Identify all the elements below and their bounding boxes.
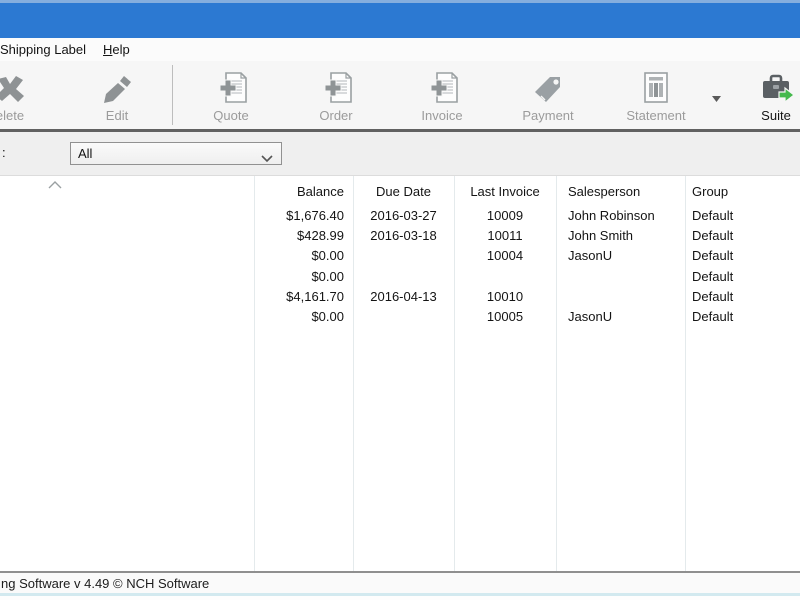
cell-group: Default [692,309,734,324]
table-row[interactable]: $0.00 10004 JasonU Default [0,248,800,268]
column-header-group[interactable]: Group [692,184,798,202]
statement-label: Statement [626,108,686,123]
statement-dropdown-button[interactable] [706,89,726,109]
statement-button[interactable]: Statement [608,67,704,127]
delete-x-icon [0,67,28,105]
customer-table: Balance Due Date Last Invoice Salesperso… [0,176,800,571]
invoice-label: Invoice [421,108,463,123]
cell-group: Default [692,248,734,263]
suite-button[interactable]: Suite [728,67,800,127]
document-plus-icon [212,67,250,105]
menu-item-help[interactable]: Help [103,42,130,57]
cell-group: Default [692,269,734,284]
cell-group: Default [692,289,734,304]
cell-balance: $4,161.70 [286,289,344,304]
cell-balance: $1,676.40 [286,208,344,223]
cell-last-invoice: 10011 [487,228,523,243]
quote-label: Quote [213,108,249,123]
cell-due-date: 2016-03-27 [370,208,437,223]
quote-button[interactable]: Quote [183,67,279,127]
app-window: Shipping Label Help elete Edit [0,0,800,600]
cell-balance: $0.00 [311,309,344,324]
filter-label: : [2,145,6,160]
cell-group: Default [692,228,734,243]
table-row[interactable]: $1,676.40 2016-03-27 10009 John Robinson… [0,208,800,228]
filter-combobox-value: All [78,146,93,161]
cell-due-date: 2016-03-18 [370,228,437,243]
cell-balance: $0.00 [311,248,344,263]
column-header-balance[interactable]: Balance [254,184,344,202]
cell-balance: $428.99 [297,228,344,243]
cell-salesperson: John Smith [568,228,634,243]
column-header-last-invoice[interactable]: Last Invoice [454,184,556,202]
cell-salesperson: JasonU [568,309,613,324]
cell-last-invoice: 10005 [486,309,524,324]
table-row[interactable]: $0.00 Default [0,269,800,289]
edit-label: Edit [105,108,129,123]
payment-label: Payment [522,108,574,123]
edit-button[interactable]: Edit [69,67,165,127]
menu-bar: Shipping Label Help [0,38,800,61]
cell-last-invoice: 10004 [486,248,524,263]
cell-last-invoice: 10010 [486,289,524,304]
order-button[interactable]: Order [288,67,384,127]
document-plus-icon [423,67,461,105]
window-bottom-edge [0,596,800,600]
cell-group: Default [692,208,734,223]
payment-button[interactable]: Payment [500,67,596,127]
filter-bar: : All [0,132,800,175]
cell-salesperson: JasonU [568,248,613,263]
delete-label: elete [0,108,25,123]
sort-ascending-icon [48,176,62,194]
chevron-down-icon [711,96,721,102]
filter-combobox[interactable]: All [70,142,282,165]
order-label: Order [319,108,353,123]
table-row[interactable]: $428.99 2016-03-18 10011 John Smith Defa… [0,228,800,248]
table-row[interactable]: $0.00 10005 JasonU Default [0,309,800,329]
cell-salesperson: John Robinson [568,208,655,223]
title-bar-highlight [0,0,800,3]
status-bar: ng Software v 4.49 © NCH Software [0,573,800,593]
cell-balance: $0.00 [311,269,344,284]
invoice-button[interactable]: Invoice [394,67,490,127]
column-header-due-date[interactable]: Due Date [353,184,454,202]
statement-document-icon [641,67,671,105]
suitcase-green-arrow-icon [757,67,795,105]
title-bar [0,0,800,38]
price-tag-icon [531,67,565,105]
status-text: ng Software v 4.49 © NCH Software [1,575,210,591]
suite-label: Suite [761,108,791,123]
menu-item-shipping-label[interactable]: Shipping Label [0,42,86,57]
document-plus-icon [317,67,355,105]
edit-pencil-icon [100,67,134,105]
chevron-down-icon [261,151,273,166]
table-row[interactable]: $4,161.70 2016-04-13 10010 Default [0,289,800,309]
delete-button[interactable]: elete [0,67,58,127]
cell-due-date: 2016-04-13 [370,289,437,304]
toolbar-separator [172,65,173,125]
cell-last-invoice: 10009 [486,208,524,223]
toolbar: elete Edit Quote [0,61,800,129]
column-header-salesperson[interactable]: Salesperson [562,184,684,202]
